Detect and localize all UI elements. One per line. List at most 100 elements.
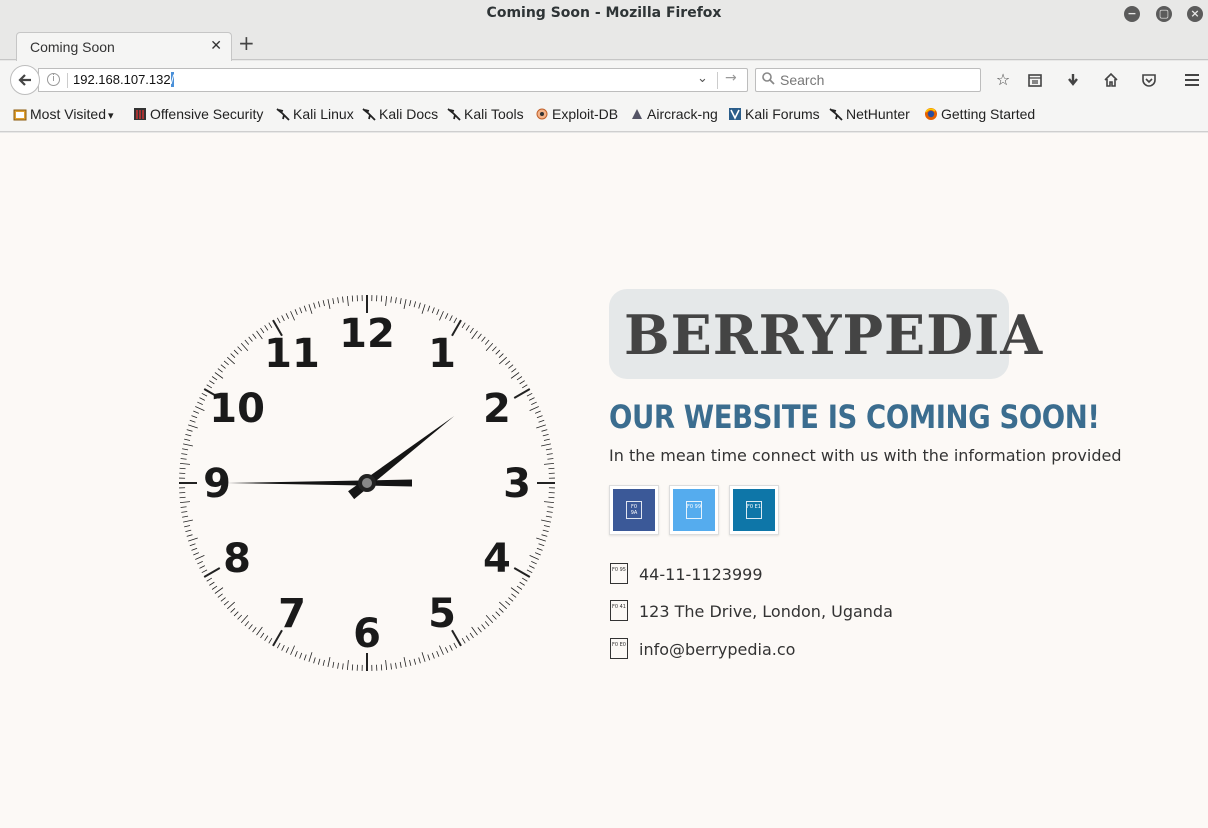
clock-minute-tick (471, 626, 478, 636)
hamburger-menu-icon[interactable] (1181, 70, 1203, 90)
site-logo: BERRYPEDIA (624, 303, 1044, 367)
bookmark-label: Exploit-DB (552, 106, 619, 122)
clock-minute-tick (188, 424, 198, 429)
clock-minute-tick (519, 380, 525, 385)
clock-minute-tick (230, 353, 236, 359)
kali-dragon-icon (276, 107, 290, 121)
clock-hour-tick (513, 567, 531, 578)
clock-minute-tick (545, 515, 552, 518)
clock-minute-tick (481, 624, 486, 630)
clock-minute-tick (346, 295, 349, 307)
clock-minute-tick (436, 650, 440, 657)
clock-minute-tick (508, 364, 514, 369)
downloads-icon[interactable] (1062, 70, 1084, 90)
close-window-button[interactable]: × (1187, 6, 1203, 22)
clock-minute-tick (303, 654, 307, 661)
bookmark-offensive-security[interactable]: Offensive Security (133, 106, 263, 122)
library-icon[interactable] (1024, 70, 1046, 90)
tab-coming-soon[interactable]: Coming Soon ✕ (16, 32, 232, 61)
envelope-icon: F0 E0 (610, 638, 628, 659)
maximize-button[interactable]: ▢ (1156, 6, 1172, 22)
clock-minute-tick (223, 600, 229, 606)
clock-minute-tick (516, 585, 523, 590)
clock-minute-tick (206, 577, 213, 582)
bookmark-label: Kali Forums (745, 106, 820, 122)
clock-minute-tick (431, 652, 435, 659)
url-bar[interactable]: i 192.168.107.132/ ⌄ → (38, 68, 748, 92)
bookmark-aircrack-ng[interactable]: Aircrack-ng (630, 106, 718, 122)
bookmark-label: Getting Started (941, 106, 1036, 122)
bookmark-kali-linux[interactable]: Kali Linux (276, 106, 354, 122)
bookmark-star-icon[interactable]: ☆ (992, 70, 1014, 90)
bookmark-kali-docs[interactable]: Kali Docs (362, 106, 438, 122)
minimize-button[interactable]: − (1124, 6, 1140, 22)
clock-minute-tick (491, 346, 497, 352)
bookmark-getting-started[interactable]: Getting Started (924, 106, 1035, 122)
clock-minute-tick (264, 325, 269, 331)
home-icon[interactable] (1100, 70, 1122, 90)
clock-minute-tick (511, 593, 517, 598)
clock-minute-tick (449, 644, 453, 651)
search-input[interactable] (780, 71, 970, 89)
bookmarks-toolbar: Most Visited ▾ Offensive Security Kali Li… (0, 99, 1208, 132)
clock-minute-tick (477, 333, 482, 339)
clock-minute-tick (538, 543, 545, 547)
pocket-icon[interactable] (1138, 70, 1160, 90)
clock-minute-tick (252, 333, 257, 339)
clock-minute-tick (189, 543, 196, 547)
new-tab-button[interactable]: + (238, 31, 255, 55)
clock-minute-tick (294, 309, 298, 316)
bookmark-kali-tools[interactable]: Kali Tools (447, 106, 524, 122)
clock-minute-tick (313, 657, 316, 664)
facebook-button[interactable]: F0 9A (609, 485, 659, 535)
bookmark-exploit-db[interactable]: Exploit-DB (535, 106, 618, 122)
kali-dragon-icon (447, 107, 461, 121)
clock-minute-tick (461, 322, 466, 329)
clock-minute-tick (193, 410, 200, 414)
clock-hour-tick (513, 388, 531, 399)
twitter-button[interactable]: F0 99 (669, 485, 719, 535)
clock-minute-tick (508, 597, 514, 602)
clock-minute-tick (220, 597, 226, 602)
clock-minute-tick (220, 364, 226, 369)
coming-soon-subline: In the mean time connect with us with th… (609, 446, 1122, 465)
clock-minute-tick (197, 560, 203, 565)
search-bar[interactable] (755, 68, 981, 92)
clock-minute-tick (209, 581, 215, 586)
clock-minute-tick (256, 626, 263, 636)
back-button[interactable] (10, 65, 40, 95)
clock-minute-tick (191, 415, 198, 419)
clock-minute-tick (529, 555, 539, 560)
bookmark-label: Aircrack-ng (647, 106, 718, 122)
clock-minute-tick (308, 652, 313, 662)
clock-minute-tick (541, 443, 551, 447)
go-arrow-icon[interactable]: → (725, 70, 737, 86)
bookmark-label: Offensive Security (150, 106, 264, 122)
clock-minute-tick (403, 657, 407, 667)
clock-minute-tick (252, 627, 257, 633)
bookmark-most-visited[interactable]: Most Visited ▾ (13, 106, 114, 122)
bookmark-nethunter[interactable]: NetHunter (829, 106, 910, 122)
bookmark-kali-forums[interactable]: Kali Forums (728, 106, 820, 122)
site-info-icon[interactable]: i (47, 73, 60, 86)
phone-icon: F0 95 (610, 563, 628, 584)
url-separator (67, 73, 68, 88)
clock-minute-tick (217, 368, 223, 373)
tab-close-icon[interactable]: ✕ (210, 38, 222, 54)
clock-minute-tick (510, 372, 520, 379)
clock-minute-tick (385, 659, 388, 671)
clock-numeral: 12 (339, 311, 395, 357)
clock-minute-tick (538, 419, 545, 423)
clock-minute-tick (390, 296, 392, 303)
clock-minute-tick (182, 448, 189, 451)
clock-minute-tick (536, 537, 546, 542)
clock-minute-tick (546, 453, 553, 455)
bookmark-label: Most Visited (30, 106, 106, 122)
clock-minute-tick (189, 419, 196, 423)
url-text[interactable]: 192.168.107.132/ (73, 71, 175, 89)
chevron-down-icon[interactable]: ⌄ (697, 71, 708, 86)
linkedin-button[interactable]: F0 E1 (729, 485, 779, 535)
clock-minute-tick (444, 313, 449, 319)
facebook-glyph: F0 9A (626, 501, 642, 519)
chevron-down-icon: ▾ (108, 110, 114, 122)
